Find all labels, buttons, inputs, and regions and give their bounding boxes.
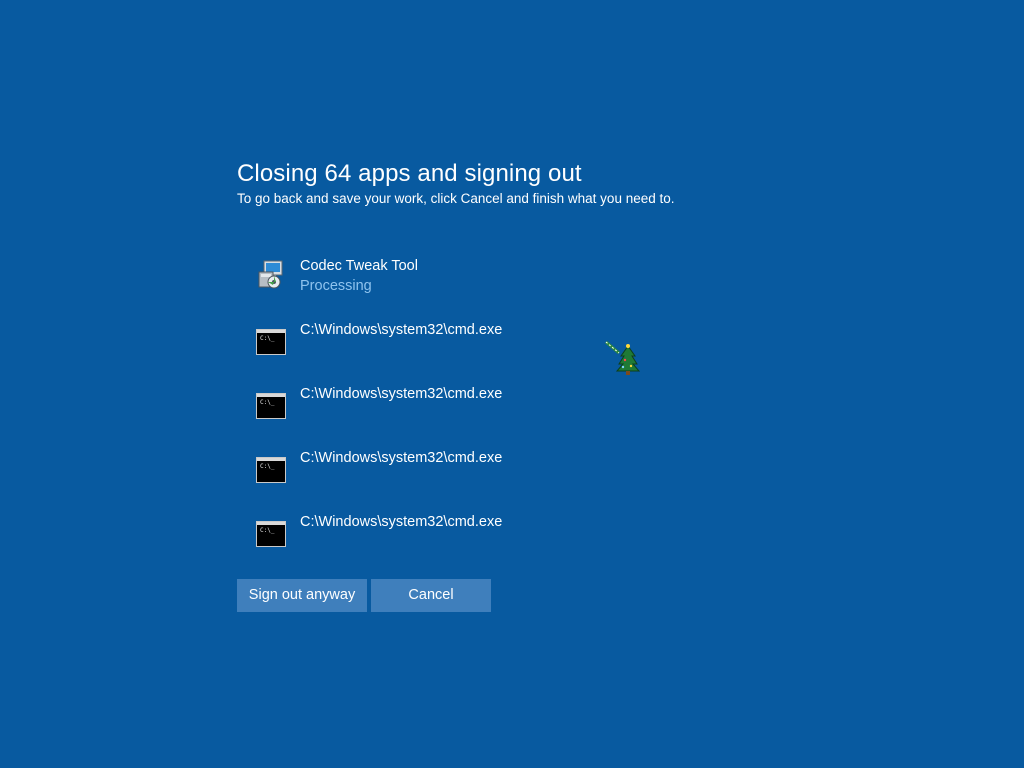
cmd-prompt-glyph: C:\_ (260, 399, 275, 406)
cmd-prompt-glyph: C:\_ (260, 527, 275, 534)
open-apps-list: Codec Tweak Tool Processing C:\_ C:\Wind… (255, 256, 675, 576)
cmd-prompt-glyph: C:\_ (260, 335, 275, 342)
page-title: Closing 64 apps and signing out (237, 160, 582, 187)
app-name: C:\Windows\system32\cmd.exe (300, 514, 503, 530)
app-item-cmd: C:\_ C:\Windows\system32\cmd.exe (255, 448, 675, 512)
app-item-cmd: C:\_ C:\Windows\system32\cmd.exe (255, 384, 675, 448)
christmas-tree-cursor-icon (605, 340, 640, 375)
app-status: Processing (300, 278, 372, 294)
signout-screen: Closing 64 apps and signing out To go ba… (0, 0, 1024, 768)
app-name: C:\Windows\system32\cmd.exe (300, 386, 503, 402)
cmd-icon: C:\_ (256, 329, 286, 355)
page-subtitle: To go back and save your work, click Can… (237, 191, 675, 206)
sign-out-anyway-button[interactable]: Sign out anyway (237, 579, 367, 612)
installer-icon (258, 260, 283, 289)
app-name: C:\Windows\system32\cmd.exe (300, 450, 503, 466)
app-name: C:\Windows\system32\cmd.exe (300, 322, 503, 338)
app-item-codec-tweak-tool: Codec Tweak Tool Processing (255, 256, 675, 320)
cancel-button[interactable]: Cancel (371, 579, 491, 612)
signout-header: Closing 64 apps and signing out To go ba… (237, 158, 797, 207)
cmd-icon: C:\_ (256, 521, 286, 547)
cmd-icon: C:\_ (256, 457, 286, 483)
app-name: Codec Tweak Tool (300, 258, 418, 274)
app-item-cmd: C:\_ C:\Windows\system32\cmd.exe (255, 512, 675, 576)
cmd-icon: C:\_ (256, 393, 286, 419)
cmd-prompt-glyph: C:\_ (260, 463, 275, 470)
